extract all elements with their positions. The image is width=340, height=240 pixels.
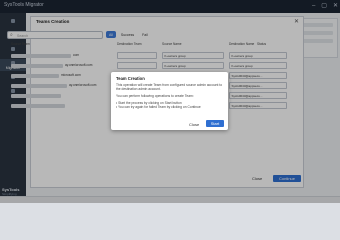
dialog-title: Team Creation <box>116 76 145 81</box>
list-item: You can try again for failed Team by cli… <box>116 105 224 109</box>
dialog-steps: Start the process by clicking on Start b… <box>116 101 224 109</box>
dialog-description: This operation will create Team from con… <box>116 83 223 91</box>
start-button[interactable]: Start <box>206 120 224 127</box>
team-creation-dialog: Team Creation This operation will create… <box>111 72 228 130</box>
dialog-close-button[interactable]: Close <box>189 122 199 127</box>
dialog-instructions: You can perform following operations to … <box>116 94 194 98</box>
